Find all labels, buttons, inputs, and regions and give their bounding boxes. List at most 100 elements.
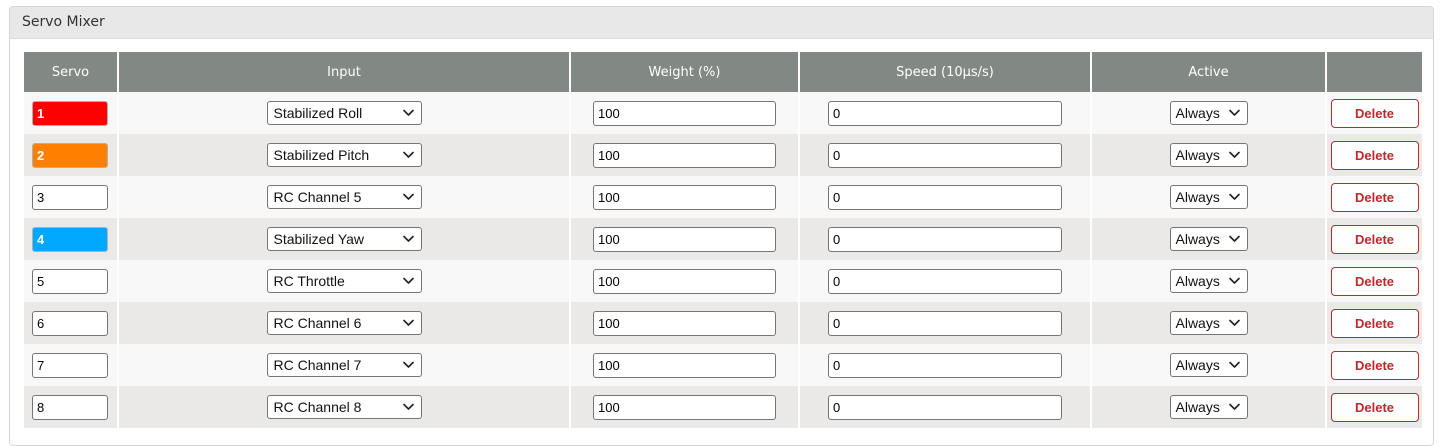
actions-cell: Delete: [1326, 302, 1422, 344]
input-cell: Stabilized Pitch: [118, 134, 571, 176]
input-select[interactable]: RC Throttle: [266, 269, 422, 293]
weight-input[interactable]: 100: [593, 310, 776, 336]
column-header-active: Active: [1091, 52, 1327, 92]
actions-cell: Delete: [1326, 176, 1422, 218]
active-cell: Always: [1091, 302, 1327, 344]
active-select[interactable]: Always: [1169, 311, 1248, 335]
weight-input[interactable]: 100: [593, 142, 776, 168]
table-header-row: Servo Input Weight (%) Speed (10µs/s) Ac…: [24, 52, 1422, 92]
chevron-down-icon: [1228, 277, 1240, 284]
weight-input[interactable]: 100: [593, 268, 776, 294]
weight-input[interactable]: 100: [593, 100, 776, 126]
active-cell: Always: [1091, 176, 1327, 218]
actions-cell: Delete: [1326, 218, 1422, 260]
chevron-down-icon: [1228, 361, 1240, 368]
weight-input[interactable]: 100: [593, 226, 776, 252]
speed-input[interactable]: 0: [828, 100, 1062, 126]
input-select-value: RC Throttle: [273, 273, 345, 289]
speed-input[interactable]: 0: [828, 352, 1062, 378]
input-select[interactable]: RC Channel 5: [266, 185, 422, 209]
active-select[interactable]: Always: [1169, 395, 1248, 419]
servo-number-input[interactable]: 5: [32, 268, 108, 294]
weight-cell: 100: [570, 134, 800, 176]
input-cell: Stabilized Roll: [118, 92, 571, 134]
active-select[interactable]: Always: [1169, 101, 1248, 125]
delete-button[interactable]: Delete: [1330, 140, 1419, 170]
table-row: 8 RC Channel 8 100 0 Always Delete: [24, 386, 1422, 428]
active-select-value: Always: [1175, 231, 1220, 247]
servo-number-input[interactable]: 3: [32, 184, 108, 210]
servo-number-input[interactable]: 6: [32, 310, 108, 336]
delete-button[interactable]: Delete: [1330, 182, 1419, 212]
speed-input[interactable]: 0: [828, 394, 1062, 420]
table-row: 7 RC Channel 7 100 0 Always Delete: [24, 344, 1422, 386]
panel-title: Servo Mixer: [10, 7, 1433, 39]
input-select[interactable]: RC Channel 6: [266, 311, 422, 335]
active-select[interactable]: Always: [1169, 185, 1248, 209]
speed-input[interactable]: 0: [828, 226, 1062, 252]
chevron-down-icon: [402, 109, 414, 116]
servo-cell: 6: [24, 302, 119, 344]
active-select[interactable]: Always: [1169, 353, 1248, 377]
chevron-down-icon: [402, 235, 414, 242]
column-header-actions: [1326, 52, 1422, 92]
active-select-value: Always: [1175, 273, 1220, 289]
servo-number-input[interactable]: 2: [32, 142, 108, 168]
servo-mixer-table: Servo Input Weight (%) Speed (10µs/s) Ac…: [24, 52, 1422, 428]
active-cell: Always: [1091, 386, 1327, 428]
delete-button[interactable]: Delete: [1330, 392, 1419, 422]
input-cell: RC Channel 5: [118, 176, 571, 218]
table-body: 1 Stabilized Roll 100 0 Always Delete 2 Stabili…: [24, 92, 1422, 428]
input-select[interactable]: Stabilized Pitch: [266, 143, 422, 167]
speed-cell: 0: [799, 302, 1092, 344]
actions-cell: Delete: [1326, 92, 1422, 134]
input-cell: RC Channel 7: [118, 344, 571, 386]
servo-cell: 3: [24, 176, 119, 218]
input-select[interactable]: RC Channel 8: [266, 395, 422, 419]
servo-number-input[interactable]: 4: [32, 226, 108, 252]
weight-input[interactable]: 100: [593, 352, 776, 378]
weight-input[interactable]: 100: [593, 394, 776, 420]
weight-cell: 100: [570, 92, 800, 134]
chevron-down-icon: [1228, 151, 1240, 158]
delete-button[interactable]: Delete: [1330, 98, 1419, 128]
weight-cell: 100: [570, 302, 800, 344]
active-select-value: Always: [1175, 315, 1220, 331]
column-header-servo: Servo: [24, 52, 119, 92]
speed-input[interactable]: 0: [828, 184, 1062, 210]
input-select-value: RC Channel 5: [273, 189, 362, 205]
chevron-down-icon: [402, 151, 414, 158]
active-cell: Always: [1091, 218, 1327, 260]
servo-number-input[interactable]: 1: [32, 100, 108, 126]
speed-input[interactable]: 0: [828, 268, 1062, 294]
chevron-down-icon: [402, 193, 414, 200]
active-select[interactable]: Always: [1169, 269, 1248, 293]
delete-button[interactable]: Delete: [1330, 350, 1419, 380]
active-select-value: Always: [1175, 399, 1220, 415]
speed-input[interactable]: 0: [828, 310, 1062, 336]
servo-number-input[interactable]: 8: [32, 394, 108, 420]
speed-cell: 0: [799, 218, 1092, 260]
weight-input[interactable]: 100: [593, 184, 776, 210]
chevron-down-icon: [402, 361, 414, 368]
active-select[interactable]: Always: [1169, 227, 1248, 251]
delete-button[interactable]: Delete: [1330, 308, 1419, 338]
chevron-down-icon: [1228, 319, 1240, 326]
speed-cell: 0: [799, 344, 1092, 386]
active-select[interactable]: Always: [1169, 143, 1248, 167]
chevron-down-icon: [1228, 403, 1240, 410]
servo-cell: 2: [24, 134, 119, 176]
input-select[interactable]: Stabilized Roll: [266, 101, 422, 125]
servo-number-input[interactable]: 7: [32, 352, 108, 378]
chevron-down-icon: [402, 277, 414, 284]
servo-cell: 8: [24, 386, 119, 428]
input-select[interactable]: RC Channel 7: [266, 353, 422, 377]
speed-input[interactable]: 0: [828, 142, 1062, 168]
input-select[interactable]: Stabilized Yaw: [266, 227, 422, 251]
servo-cell: 4: [24, 218, 119, 260]
table-row: 4 Stabilized Yaw 100 0 Always Delete: [24, 218, 1422, 260]
active-cell: Always: [1091, 92, 1327, 134]
delete-button[interactable]: Delete: [1330, 224, 1419, 254]
delete-button[interactable]: Delete: [1330, 266, 1419, 296]
weight-cell: 100: [570, 260, 800, 302]
